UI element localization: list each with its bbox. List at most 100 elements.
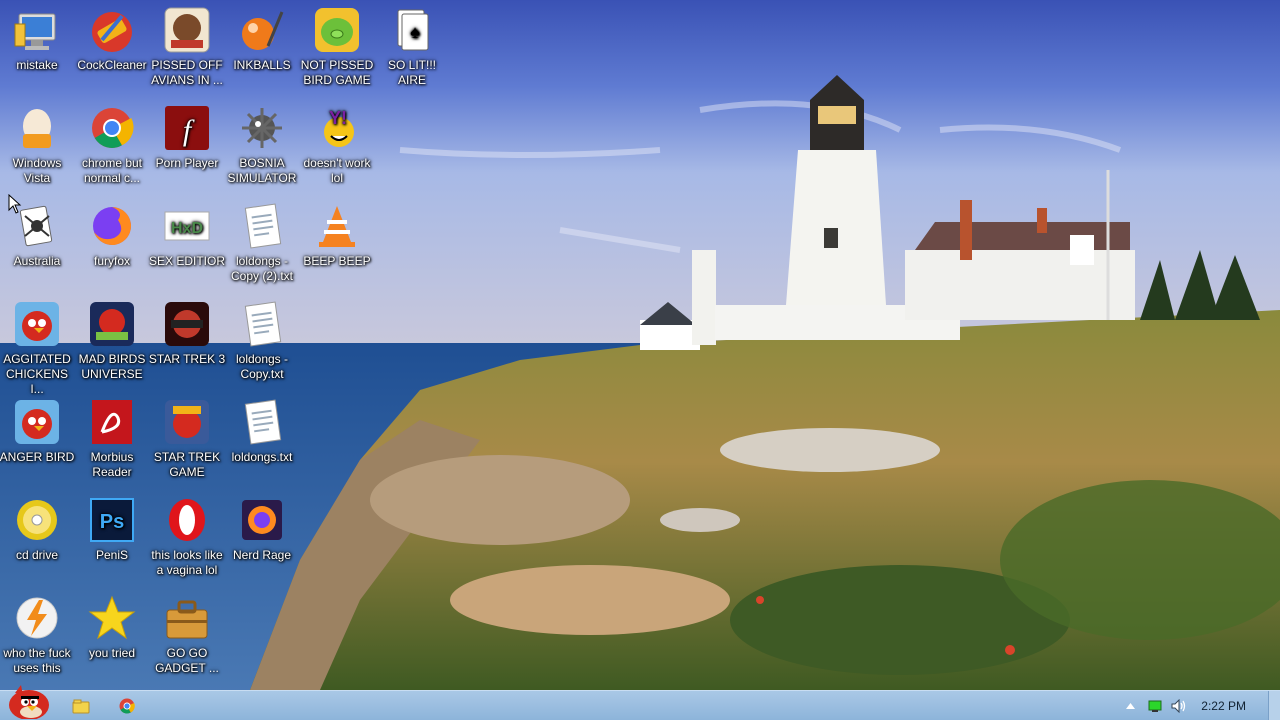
desktop-icon-star-trek-game[interactable]: STAR TREK GAME	[150, 392, 224, 490]
desktop-icon-go-go-gadget[interactable]: GO GO GADGET ...	[150, 588, 224, 686]
desktop-icon-loldongs-copy-txt[interactable]: loldongs - Copy.txt	[225, 294, 299, 392]
desktop-icon-sex-editior[interactable]: HxD SEX EDITIOR	[148, 196, 225, 294]
svg-text:HxD: HxD	[171, 220, 203, 237]
desktop-icon-label: you tried	[88, 646, 136, 660]
computer-icon	[14, 13, 56, 50]
text-file-icon	[244, 399, 282, 445]
winamp-icon	[16, 597, 58, 639]
desktop-icon-label: Nerd Rage	[232, 548, 292, 562]
desktop-icon-label: AGGITATED CHICKENS I...	[3, 352, 71, 396]
desktop-icon-you-tried[interactable]: you tried	[75, 588, 149, 686]
svg-text:Ps: Ps	[100, 511, 124, 533]
desktop-icon-windows-vista[interactable]: Windows Vista	[0, 98, 74, 196]
desktop-icon-pissed-off-avians-in[interactable]: PISSED OFF AVIANS IN ...	[150, 0, 224, 98]
desktop-icon-label: ANGER BIRD	[0, 450, 75, 464]
desktop-icon-so-lit-aire[interactable]: ♠ SO LIT!!! AIRE	[375, 0, 449, 98]
network-icon	[1148, 700, 1162, 712]
volume-icon	[1171, 699, 1186, 713]
firefox-icon	[93, 206, 132, 245]
minesweeper-icon	[242, 108, 282, 148]
desktop-icon-morbius-reader[interactable]: Morbius Reader	[75, 392, 149, 490]
desktop-area: mistake CockCleaner PISSED OFF AVIANS IN .…	[0, 0, 1280, 690]
show-desktop-button[interactable]	[1268, 691, 1280, 720]
bad-piggies-icon	[315, 8, 359, 52]
yahoo-messenger-icon: Y!	[324, 108, 354, 147]
desktop-icon-label: SO LIT!!! AIRE	[387, 58, 436, 87]
desktop-icon-furyfox[interactable]: furyfox	[75, 196, 149, 294]
desktop-icon-who-the-fuck-uses-this[interactable]: who the fuck uses this	[0, 588, 74, 686]
desktop-icon-label: MAD BIRDS UNIVERSE	[78, 352, 146, 381]
desktop-icon-porn-player[interactable]: f Porn Player	[150, 98, 224, 196]
start-button[interactable]	[2, 685, 54, 720]
hxd-editor-icon: HxD	[164, 211, 210, 241]
chrome-icon	[92, 108, 134, 148]
egg-icon	[23, 109, 51, 148]
desktop-icon-label: loldongs.txt	[231, 450, 293, 464]
desktop-icon-cd-drive[interactable]: cd drive	[0, 490, 74, 588]
desktop-icon-label: GO GO GADGET ...	[155, 646, 219, 675]
desktop-icon-beep-beep[interactable]: BEEP BEEP	[300, 196, 374, 294]
angry-birds-star-wars-2-icon	[165, 302, 209, 346]
desktop-icon-chrome-but-normal-c[interactable]: chrome but normal c...	[75, 98, 149, 196]
network-tray-button[interactable]	[1146, 691, 1164, 720]
chrome-icon	[119, 698, 135, 714]
desktop-icon-label: NOT PISSED BIRD GAME	[300, 58, 374, 87]
vlc-icon	[319, 206, 355, 247]
angry-bird-start-icon	[9, 685, 49, 719]
photoshop-icon: Ps	[90, 498, 134, 542]
taskbar-pinned-chrome[interactable]	[112, 691, 142, 720]
desktop-icon-label: CockCleaner	[77, 58, 147, 72]
volume-tray-button[interactable]	[1170, 691, 1188, 720]
desktop-icon-label: furyfox	[93, 254, 130, 268]
desktop-icon-star-trek-3[interactable]: STAR TREK 3	[149, 294, 225, 392]
desktop-icon-label: this looks like a vagina lol	[151, 548, 223, 577]
file-explorer-icon	[72, 699, 90, 714]
desktop-icon-label: PeniS	[95, 548, 129, 562]
desktop-icon-loldongs-copy-2-txt[interactable]: loldongs - Copy (2).txt	[225, 196, 299, 294]
flash-player-icon: f	[165, 106, 209, 150]
desktop-icon-label: STAR TREK GAME	[153, 450, 221, 479]
desktop-icon-bosnia-simulator[interactable]: BOSNIA SIMULATOR	[225, 98, 299, 196]
angry-birds-space-icon	[90, 302, 134, 346]
desktop-icon-label: Porn Player	[155, 156, 219, 170]
ccleaner-icon	[92, 12, 132, 52]
desktop-icon-label: mistake	[16, 58, 58, 72]
taskbar-clock[interactable]: 2:22 PM	[1201, 691, 1246, 720]
desktop-icon-anger-bird[interactable]: ANGER BIRD	[0, 392, 74, 490]
desktop-icon-label: INKBALLS	[233, 58, 291, 72]
desktop-icon-inkballs[interactable]: INKBALLS	[225, 0, 299, 98]
svg-text:♠: ♠	[410, 22, 420, 42]
svg-text:Y!: Y!	[329, 108, 347, 128]
desktop-icon-label: chrome but normal c...	[81, 156, 143, 185]
desktop-icon-nerd-rage[interactable]: Nerd Rage	[225, 490, 299, 588]
desktop-icon-label: Windows Vista	[12, 156, 62, 185]
desktop-icon-not-pissed-bird-game[interactable]: NOT PISSED BIRD GAME	[300, 0, 374, 98]
desktop-icon-mistake[interactable]: mistake	[0, 0, 74, 98]
firefox-nightly-icon	[242, 500, 282, 540]
desktop-icon-label: Morbius Reader	[90, 450, 134, 479]
desktop-icon-mad-birds-universe[interactable]: MAD BIRDS UNIVERSE	[75, 294, 149, 392]
desktop-icon-cockcleaner[interactable]: CockCleaner	[75, 0, 149, 98]
desktop-icon-loldongs-txt[interactable]: loldongs.txt	[225, 392, 299, 490]
desktop-icon-doesn-t-work-lol[interactable]: Y! doesn't work lol	[300, 98, 374, 196]
desktop-icon-label: loldongs - Copy (2).txt	[230, 254, 293, 283]
desktop-icon-label: doesn't work lol	[303, 156, 371, 185]
taskbar-pinned-explorer[interactable]	[66, 691, 96, 720]
desktop-icon-label: Australia	[13, 254, 61, 268]
desktop-icon-label: who the fuck uses this	[3, 646, 71, 675]
desktop-icon-label: SEX EDITIOR	[148, 254, 225, 268]
taskbar: 2:22 PM	[0, 685, 1280, 720]
show-hidden-icons-button[interactable]	[1122, 691, 1138, 720]
desktop-icon-aggitated-chickens-i[interactable]: AGGITATED CHICKENS I...	[0, 294, 74, 396]
desktop-icon-label: BEEP BEEP	[303, 254, 371, 268]
angry-birds-star-wars-icon	[165, 400, 209, 444]
desktop-icon-penis[interactable]: Ps PeniS	[75, 490, 149, 588]
desktop-icon-label: BOSNIA SIMULATOR	[227, 156, 297, 185]
desktop-icon-label: PISSED OFF AVIANS IN ...	[151, 58, 223, 87]
text-file-icon	[244, 203, 282, 249]
desktop-icon-label: cd drive	[15, 548, 59, 562]
mouse-cursor-icon	[8, 194, 22, 214]
desktop-icon-this-looks-like-a-vagina-lol[interactable]: this looks like a vagina lol	[150, 490, 224, 588]
briefcase-icon	[166, 600, 208, 639]
text-file-icon	[244, 301, 282, 347]
